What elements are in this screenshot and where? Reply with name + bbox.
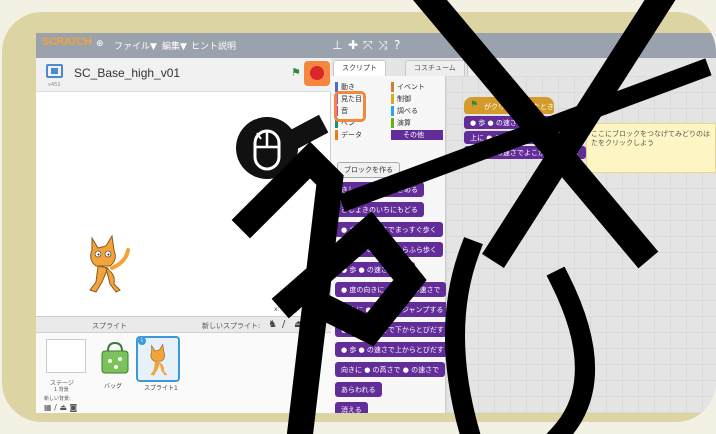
palette-block[interactable]: きしょきのいちをきめる — [335, 182, 424, 197]
menubar: SCRATCH ⊕ ファイル▼ 編集▼ ヒント 説明 ⊥ ✚ ⤧ ⤨ ? — [36, 33, 716, 58]
mouse-coordinates: x: 240 y: -16 — [274, 306, 312, 313]
when-flag-clicked-block[interactable]: ⚑ がクリックされたとき — [464, 97, 554, 114]
category-label: 調べる — [397, 107, 418, 115]
category-data[interactable]: データ — [335, 130, 387, 140]
palette-block[interactable]: 向きに ● の高さで ● の速さで — [335, 362, 446, 377]
click-lines-icon — [242, 109, 259, 121]
palette-block[interactable]: ● 歩 ● の速さで上からとびだす — [335, 342, 450, 357]
cat-thumb-icon — [150, 343, 168, 376]
hat-block-label: がクリックされたとき — [484, 103, 554, 111]
menu-file[interactable]: ファイル▼ — [114, 39, 157, 52]
palette-block[interactable]: ● 歩 ● の速さでまっすぐ歩く — [335, 222, 443, 237]
scratch-logo[interactable]: SCRATCH — [42, 36, 92, 48]
category-more-blocks[interactable]: その他 — [391, 130, 443, 140]
sprite-thumb-bag[interactable] — [96, 339, 134, 379]
category-operators[interactable]: 演算 — [391, 118, 443, 128]
palette-block[interactable]: ● 歩 ● の速さでふらふら歩く — [335, 242, 443, 257]
photo-frame: SCRATCH ⊕ ファイル▼ 編集▼ ヒント 説明 ⊥ ✚ ⤧ ⤨ ? v45… — [0, 0, 716, 434]
category-label: その他 — [403, 131, 424, 139]
category-label: イベント — [397, 83, 425, 91]
stop-highlight — [334, 91, 366, 122]
delete-icon[interactable]: ✚ — [348, 38, 358, 52]
palette-block[interactable]: ● 度の向きに ● 歩 ● の速さで — [335, 282, 447, 297]
palette-block[interactable]: ● 歩 ● の速さで下からとびだす — [335, 322, 450, 337]
tab-sounds[interactable]: 音 — [467, 60, 492, 76]
sprite-header: スプライト 新しいスプライト: ♞ / ⏏ ◙ — [36, 317, 331, 333]
menu-hint[interactable]: ヒント — [191, 39, 218, 52]
sprite-name-bag: バッグ — [104, 383, 123, 390]
category-label: 演算 — [397, 119, 411, 127]
stage-thumbnail[interactable] — [46, 339, 86, 373]
new-backdrop-label: 新しい背景: — [44, 396, 71, 402]
new-sprite-label: 新しいスプライト: — [202, 322, 261, 330]
palette-block[interactable]: あらわれる — [335, 382, 382, 397]
project-title[interactable]: SC_Base_high_v01 — [74, 66, 180, 80]
tab-costumes[interactable]: コスチューム — [405, 60, 465, 76]
palette-block[interactable]: きしょきのいちにもどる — [335, 202, 424, 217]
comment-note[interactable]: ここにブロックをつなげてみどりのはたをクリックしよう — [586, 123, 716, 173]
paint-icon[interactable]: / — [282, 319, 285, 330]
palette-block[interactable]: 消える — [335, 402, 368, 413]
tab-scripts[interactable]: スクリプト — [333, 60, 386, 76]
stage-header: v451 SC_Base_high_v01 ⚑ — [36, 58, 331, 92]
mouse-click-icon — [253, 129, 281, 171]
duplicate-icon[interactable]: ⊥ — [332, 38, 342, 52]
category-label: データ — [341, 131, 362, 139]
category-control[interactable]: 制御 — [391, 94, 443, 104]
monitor-bezel: SCRATCH ⊕ ファイル▼ 編集▼ ヒント 説明 ⊥ ✚ ⤧ ⤨ ? v45… — [2, 12, 716, 422]
menu-explain[interactable]: 説明 — [218, 39, 236, 52]
palette-block[interactable]: ● 上に ● の速さでジャンプする — [335, 302, 450, 317]
editor-tabs: スクリプト コスチューム 音 — [331, 58, 716, 76]
category-events[interactable]: イベント — [391, 82, 443, 92]
globe-icon[interactable]: ⊕ — [96, 39, 104, 49]
script-block[interactable]: 上に ● の速さでジャンプする — [464, 131, 570, 144]
scratch-editor: SCRATCH ⊕ ファイル▼ 編集▼ ヒント 説明 ⊥ ✚ ⤧ ⤨ ? v45… — [36, 33, 716, 413]
sprite-pane: スプライト 新しいスプライト: ♞ / ⏏ ◙ ステージ 1 背景 新しい背景:… — [36, 316, 331, 413]
cat-sprite[interactable] — [82, 232, 132, 296]
info-icon[interactable]: i — [138, 337, 146, 345]
sprites-label: スプライト — [92, 322, 127, 330]
grow-icon[interactable]: ⤧ — [363, 38, 373, 53]
green-flag-icon[interactable]: ⚑ — [291, 66, 301, 79]
camera-icon[interactable]: ◙ — [308, 319, 318, 330]
full-screen-icon[interactable] — [46, 64, 63, 78]
script-block[interactable]: ● 歩 ● の速さでよこからとびだす — [464, 146, 586, 159]
menu-edit[interactable]: 編集▼ — [162, 39, 187, 52]
green-flag-icon: ⚑ — [470, 100, 479, 110]
sprite-name-cat: スプライト1 — [144, 385, 178, 392]
stop-icon[interactable] — [304, 61, 330, 86]
script-block[interactable]: ● 歩 ● の速さでまっすぐ歩く — [464, 116, 572, 129]
category-label: 制御 — [397, 95, 411, 103]
choose-sprite-icon[interactable]: ♞ — [268, 319, 277, 330]
palette-block[interactable]: ● 歩 ● の速さで走る — [335, 262, 415, 277]
script-area[interactable]: ⚑ がクリックされたとき ● 歩 ● の速さでまっすぐ歩く 上に ● の速さでジ… — [446, 76, 716, 413]
upload-icon[interactable]: ⏏ — [294, 319, 303, 330]
category-sensing[interactable]: 調べる — [391, 106, 443, 116]
shrink-icon[interactable]: ⤨ — [378, 38, 388, 53]
stage-backdrop-count: 1 背景 — [54, 387, 69, 393]
version-label: v451 — [48, 82, 61, 88]
category-label: 動き — [341, 83, 355, 91]
help-icon[interactable]: ? — [394, 38, 400, 52]
new-backdrop-icons[interactable]: ▦ / ⏏ ◙ — [44, 403, 77, 412]
make-block-button[interactable]: ブロックを作る — [337, 162, 400, 178]
block-palette: 動き イベント 見た目 制御 音 調べる ペン 演算 データ その他 ブロックを… — [331, 76, 450, 413]
